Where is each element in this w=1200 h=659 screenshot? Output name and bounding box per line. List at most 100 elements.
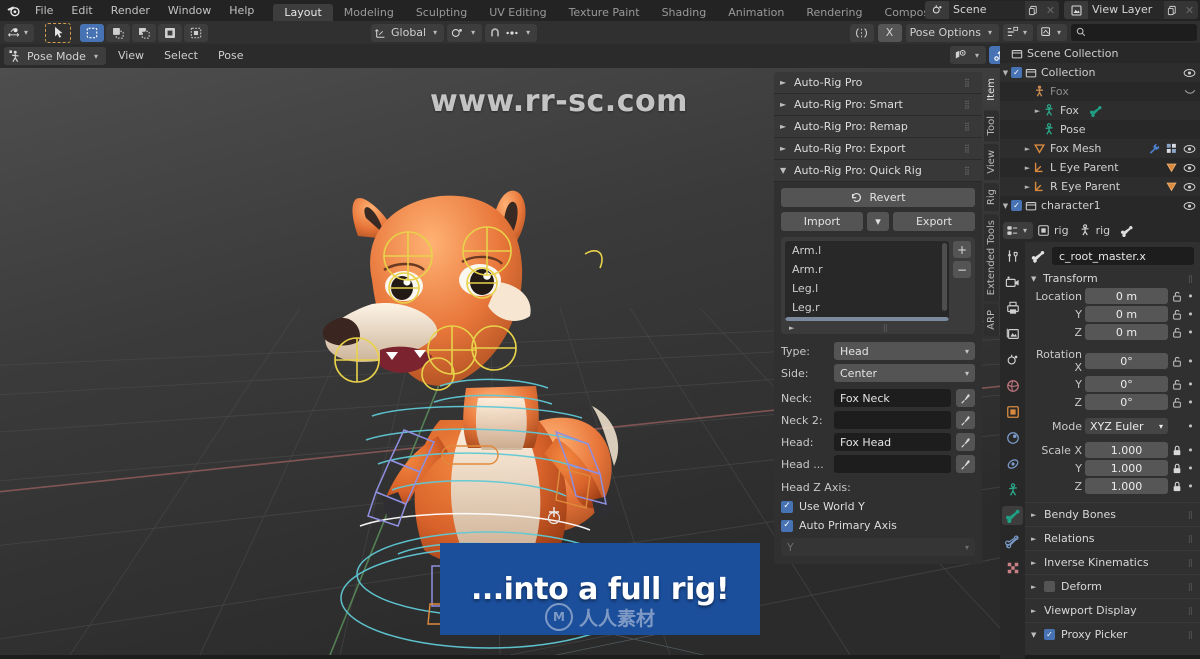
menu-help[interactable]: Help bbox=[220, 0, 263, 21]
menu-edit[interactable]: Edit bbox=[62, 0, 101, 21]
outliner-row-fox-mesh[interactable]: ► Fox Mesh bbox=[1000, 139, 1200, 158]
expand-toggle[interactable]: ► bbox=[1032, 107, 1043, 115]
transform-orientation-selector[interactable]: Global ▾ bbox=[371, 24, 444, 42]
neck-field[interactable]: Fox Neck bbox=[834, 389, 951, 407]
list-item-selected[interactable]: Head.x bbox=[785, 317, 949, 321]
new-view-layer-button[interactable] bbox=[1164, 1, 1181, 19]
field-value[interactable]: 0 m bbox=[1085, 306, 1168, 322]
properties-tab-world[interactable] bbox=[1002, 376, 1023, 395]
properties-tab-scene[interactable] bbox=[1002, 350, 1023, 369]
outliner-display-mode-selector[interactable]: ▾ bbox=[1003, 24, 1033, 41]
panel-auto-rig-pro-remap[interactable]: ► Auto-Rig Pro: Remap ⣿ bbox=[774, 116, 982, 138]
eyedropper-icon[interactable] bbox=[956, 433, 975, 451]
collection-checkbox[interactable]: ✓ bbox=[1011, 67, 1022, 78]
select-invert-icon[interactable] bbox=[158, 24, 182, 42]
use-world-y-row[interactable]: ✓ Use World Y bbox=[781, 500, 975, 513]
list-item[interactable]: Arm.l bbox=[785, 241, 949, 260]
mesh-data-icon[interactable] bbox=[1166, 143, 1178, 155]
lock-open-icon[interactable] bbox=[1171, 327, 1183, 338]
outliner-row-collection[interactable]: ▼ ✓ Collection bbox=[1000, 63, 1200, 82]
deform-checkbox[interactable] bbox=[1044, 581, 1055, 592]
remove-limb-button[interactable]: − bbox=[953, 261, 971, 278]
list-item[interactable]: Leg.r bbox=[785, 298, 949, 317]
outliner-search-input[interactable] bbox=[1071, 24, 1197, 41]
import-button[interactable]: Import bbox=[781, 212, 863, 231]
animate-dot-icon[interactable]: • bbox=[1186, 355, 1195, 368]
scene-datablock[interactable]: Scene ✕ bbox=[925, 1, 1059, 19]
list-scrollbar[interactable] bbox=[942, 243, 947, 311]
pose-mirror-icon[interactable] bbox=[850, 24, 874, 42]
menu-file[interactable]: File bbox=[26, 0, 62, 21]
section-relations[interactable]: ► Relations ⣿ bbox=[1025, 526, 1200, 550]
properties-tab-view-layer[interactable] bbox=[1002, 324, 1023, 343]
properties-editor-type-button[interactable]: ▾ bbox=[1003, 222, 1033, 239]
viewport-menu-view[interactable]: View bbox=[110, 47, 152, 65]
properties-tab-tool[interactable] bbox=[1002, 246, 1023, 265]
lock-closed-icon[interactable] bbox=[1171, 445, 1183, 456]
sidebar-tab-rig[interactable]: Rig bbox=[984, 183, 1000, 211]
sidebar-tab-tool[interactable]: Tool bbox=[984, 110, 1000, 141]
expand-toggle[interactable]: ► bbox=[1022, 164, 1033, 172]
menu-window[interactable]: Window bbox=[159, 0, 220, 21]
select-box-cursor-icon[interactable] bbox=[45, 23, 71, 43]
armature-icon[interactable] bbox=[1079, 224, 1092, 237]
side-dropdown[interactable]: Center ▾ bbox=[834, 364, 975, 382]
eyedropper-icon[interactable] bbox=[956, 411, 975, 429]
section-inverse-kinematics[interactable]: ► Inverse Kinematics ⣿ bbox=[1025, 550, 1200, 574]
field-value[interactable]: 1.000 bbox=[1085, 460, 1168, 476]
head-extra-field[interactable] bbox=[834, 455, 951, 473]
list-item[interactable]: Leg.l bbox=[785, 279, 949, 298]
auto-primary-axis-row[interactable]: ✓ Auto Primary Axis bbox=[781, 519, 975, 532]
section-deform[interactable]: ► Deform ⣿ bbox=[1025, 574, 1200, 598]
tab-animation[interactable]: Animation bbox=[717, 4, 795, 21]
animate-dot-icon[interactable]: • bbox=[1186, 480, 1195, 493]
field-value[interactable]: 0° bbox=[1085, 353, 1168, 369]
animate-dot-icon[interactable]: • bbox=[1186, 290, 1195, 303]
visibility-eye-icon[interactable] bbox=[1183, 144, 1196, 154]
import-preset-dropdown[interactable]: ▾ bbox=[867, 212, 889, 231]
tab-shading[interactable]: Shading bbox=[651, 4, 718, 21]
sidebar-tab-arp[interactable]: ARP bbox=[984, 304, 1000, 336]
select-extend-icon[interactable] bbox=[106, 24, 130, 42]
export-button[interactable]: Export bbox=[893, 212, 975, 231]
outliner-row-fox-object[interactable]: Fox bbox=[1000, 82, 1200, 101]
properties-tab-physics[interactable] bbox=[1002, 454, 1023, 473]
panel-auto-rig-pro[interactable]: ► Auto-Rig Pro ⣿ bbox=[774, 72, 982, 94]
panel-auto-rig-pro-export[interactable]: ► Auto-Rig Pro: Export ⣿ bbox=[774, 138, 982, 160]
lock-open-icon[interactable] bbox=[1171, 291, 1183, 302]
tab-rendering[interactable]: Rendering bbox=[795, 4, 873, 21]
list-item[interactable]: Arm.r bbox=[785, 260, 949, 279]
properties-tab-render[interactable] bbox=[1002, 272, 1023, 291]
tweak-tool-icon[interactable]: ▾ bbox=[4, 24, 34, 42]
outliner-row-fox-armature[interactable]: ► Fox bbox=[1000, 101, 1200, 120]
collection-checkbox[interactable]: ✓ bbox=[1011, 200, 1022, 211]
grip-icon[interactable]: ⣿ bbox=[883, 324, 889, 332]
unlink-scene-button[interactable]: ✕ bbox=[1042, 1, 1059, 19]
bone-name-field[interactable]: c_root_master.x bbox=[1052, 247, 1194, 265]
lock-closed-icon[interactable] bbox=[1171, 463, 1183, 474]
lock-open-icon[interactable] bbox=[1171, 356, 1183, 367]
expand-toggle[interactable]: ▼ bbox=[1000, 69, 1011, 77]
lock-open-icon[interactable] bbox=[1171, 309, 1183, 320]
remove-view-layer-button[interactable]: ✕ bbox=[1181, 1, 1198, 19]
viewport-menu-select[interactable]: Select bbox=[156, 47, 206, 65]
field-value[interactable]: 0 m bbox=[1085, 288, 1168, 304]
tab-texture-paint[interactable]: Texture Paint bbox=[558, 4, 651, 21]
rotation-mode-dropdown[interactable]: XYZ Euler ▾ bbox=[1085, 418, 1168, 434]
mesh-data-icon[interactable] bbox=[1165, 180, 1178, 193]
field-value[interactable]: 0 m bbox=[1085, 324, 1168, 340]
expand-toggle[interactable]: ▼ bbox=[1000, 202, 1011, 210]
bone-icon[interactable] bbox=[1120, 225, 1134, 237]
new-scene-button[interactable] bbox=[1025, 1, 1042, 19]
select-intersect-icon[interactable] bbox=[184, 24, 208, 42]
visibility-eye-icon[interactable] bbox=[1183, 182, 1196, 192]
animate-dot-icon[interactable]: • bbox=[1186, 420, 1195, 433]
select-set-icon[interactable] bbox=[80, 24, 104, 42]
outliner-row-character1[interactable]: ▼ ✓ character1 bbox=[1000, 196, 1200, 215]
animate-dot-icon[interactable]: • bbox=[1186, 462, 1195, 475]
section-transform[interactable]: ▼ Transform ⣿ bbox=[1025, 269, 1200, 288]
chevron-right-icon[interactable]: ► bbox=[789, 324, 794, 332]
tab-uv-editing[interactable]: UV Editing bbox=[478, 4, 557, 21]
auto-primary-axis-checkbox[interactable]: ✓ bbox=[781, 520, 793, 532]
viewport-menu-pose[interactable]: Pose bbox=[210, 47, 251, 65]
